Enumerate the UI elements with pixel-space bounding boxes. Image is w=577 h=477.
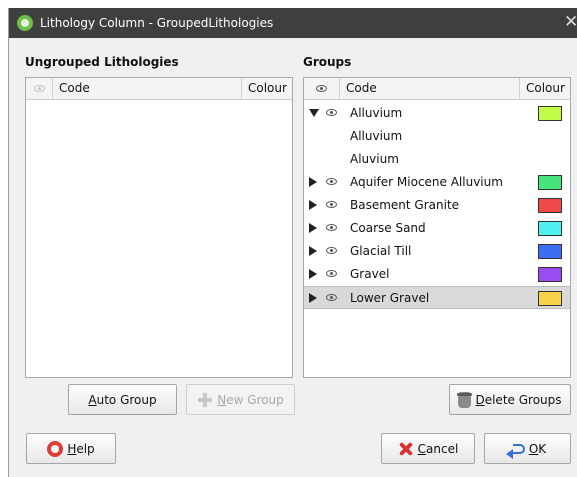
colour-swatch[interactable] — [538, 106, 562, 121]
group-row[interactable]: Basement Granite — [304, 194, 570, 217]
code-column-header[interactable]: Code — [53, 78, 242, 99]
eye-icon[interactable] — [326, 294, 337, 301]
row-label: Alluvium — [350, 106, 403, 120]
plus-icon — [197, 392, 213, 408]
groups-list-header: Code Colour — [304, 78, 570, 100]
row-label: Lower Gravel — [350, 291, 430, 305]
app-logo-icon — [17, 15, 33, 31]
auto-group-button[interactable]: Auto Group — [68, 384, 177, 415]
eye-icon[interactable] — [326, 247, 337, 254]
group-child-row[interactable]: Alluvium — [304, 125, 570, 148]
colour-swatch[interactable] — [538, 221, 562, 236]
eye-icon[interactable] — [326, 178, 337, 185]
new-group-button[interactable]: New Group — [186, 384, 295, 415]
group-child-row[interactable]: Aluvium — [304, 148, 570, 171]
eye-icon[interactable] — [326, 224, 337, 231]
ungrouped-list[interactable]: Code Colour — [25, 77, 293, 378]
collapse-arrow-icon[interactable] — [309, 109, 319, 117]
groups-heading: Groups — [303, 55, 352, 69]
grouped-lithologies-dialog: Lithology Column - GroupedLithologies ✕ … — [8, 8, 577, 477]
colour-swatch[interactable] — [538, 244, 562, 259]
row-label: Coarse Sand — [350, 221, 426, 235]
group-row[interactable]: Gravel — [304, 263, 570, 286]
close-icon[interactable]: ✕ — [564, 12, 577, 32]
row-label: Aquifer Miocene Alluvium — [350, 175, 503, 189]
eye-icon — [34, 85, 45, 92]
groups-list[interactable]: Code Colour Alluvium Alluvium Aluvium Aquif… — [303, 77, 571, 378]
group-row[interactable]: Aquifer Miocene Alluvium — [304, 171, 570, 194]
row-label: Basement Granite — [350, 198, 460, 212]
lifebuoy-icon — [47, 440, 64, 457]
visibility-column-header[interactable] — [304, 78, 340, 99]
group-row[interactable]: Glacial Till — [304, 240, 570, 263]
eye-icon[interactable] — [326, 109, 337, 116]
expand-arrow-icon[interactable] — [309, 269, 317, 279]
group-row[interactable]: Lower Gravel — [304, 286, 570, 309]
colour-swatch[interactable] — [538, 267, 562, 282]
expand-arrow-icon[interactable] — [309, 246, 317, 256]
ungrouped-heading: Ungrouped Lithologies — [25, 55, 179, 69]
group-row[interactable]: Coarse Sand — [304, 217, 570, 240]
cancel-x-icon — [398, 441, 414, 457]
expand-arrow-icon[interactable] — [309, 177, 317, 187]
expand-arrow-icon[interactable] — [309, 293, 317, 303]
colour-swatch[interactable] — [538, 291, 562, 306]
row-label: Alluvium — [350, 129, 403, 143]
expand-arrow-icon[interactable] — [309, 223, 317, 233]
title-bar: Lithology Column - GroupedLithologies ✕ — [9, 8, 577, 38]
ok-button[interactable]: OK — [484, 433, 571, 464]
eye-icon[interactable] — [326, 201, 337, 208]
code-column-header[interactable]: Code — [340, 78, 520, 99]
cancel-button[interactable]: Cancel — [381, 433, 475, 464]
eye-icon[interactable] — [326, 270, 337, 277]
eye-icon — [316, 85, 327, 92]
return-arrow-icon — [505, 443, 525, 459]
expand-arrow-icon[interactable] — [309, 200, 317, 210]
ungrouped-list-header: Code Colour — [26, 78, 292, 100]
delete-groups-button[interactable]: Delete Groups — [449, 384, 571, 415]
colour-swatch[interactable] — [538, 198, 562, 213]
row-label: Glacial Till — [350, 244, 412, 258]
colour-column-header[interactable]: Colour — [520, 78, 570, 99]
visibility-column-header[interactable] — [26, 78, 53, 99]
trash-icon — [457, 391, 473, 408]
window-title: Lithology Column - GroupedLithologies — [40, 16, 274, 30]
group-row[interactable]: Alluvium — [304, 102, 570, 125]
colour-column-header[interactable]: Colour — [242, 78, 292, 99]
colour-swatch[interactable] — [538, 175, 562, 190]
row-label: Gravel — [350, 267, 390, 281]
row-label: Aluvium — [350, 152, 399, 166]
help-button[interactable]: Help — [26, 433, 116, 464]
